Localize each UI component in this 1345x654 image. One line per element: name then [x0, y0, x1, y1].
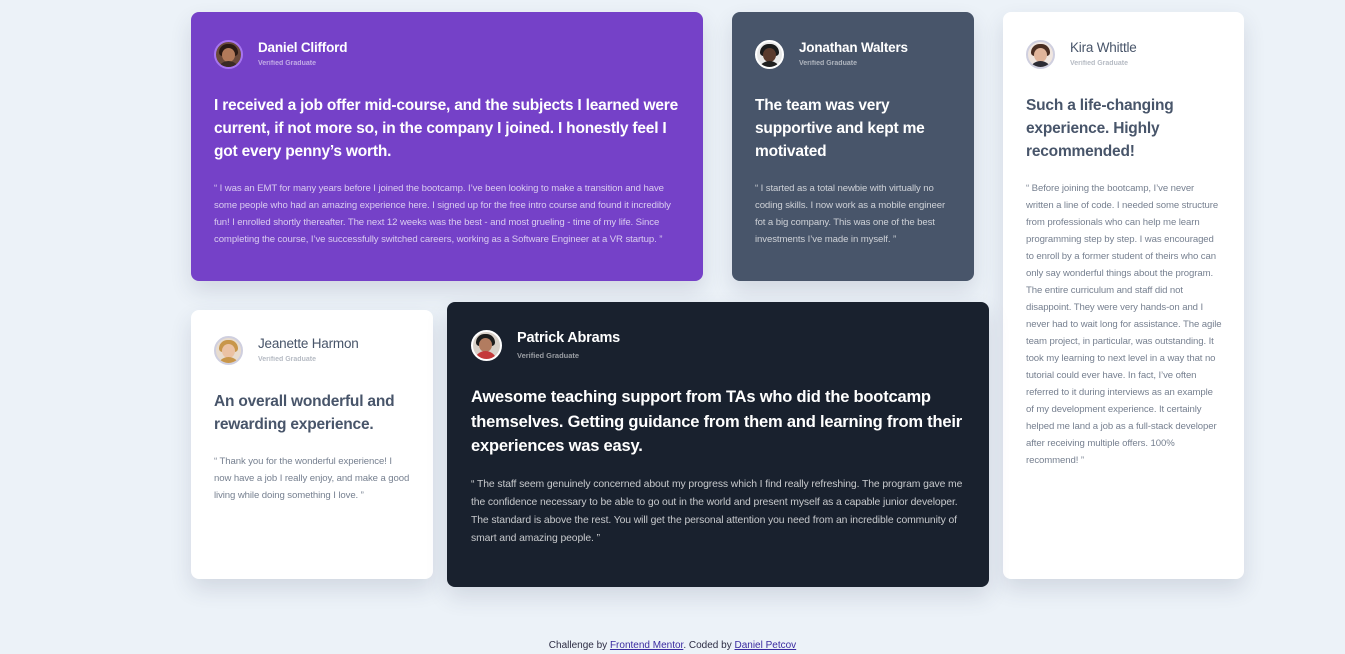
testimonial-headline: The team was very supportive and kept me…	[755, 97, 925, 160]
author-role: Verified Graduate	[258, 356, 316, 364]
attribution-footer: Challenge by Frontend Mentor. Coded by D…	[0, 640, 1345, 651]
author-link[interactable]: Daniel Petcov	[734, 640, 796, 651]
card-header: Patrick Abrams Verified Graduate	[471, 329, 965, 361]
author-role: Verified Graduate	[1070, 60, 1128, 68]
author-name: Kira Whittle	[1070, 39, 1137, 55]
author-role: Verified Graduate	[258, 60, 316, 68]
avatar-patrick-icon	[471, 329, 502, 361]
author-role: Verified Graduate	[517, 350, 580, 360]
frontend-mentor-link[interactable]: Frontend Mentor	[610, 640, 683, 651]
testimonial-quote: “ I was an EMT for many years before I j…	[214, 183, 671, 245]
avatar-kira-icon	[1026, 39, 1055, 69]
testimonial-quote: “ The staff seem genuinely concerned abo…	[471, 478, 963, 544]
testimonial-quote: “ I started as a total newbie with virtu…	[755, 183, 946, 245]
testimonial-quote: “ Thank you for the wonderful experience…	[214, 456, 410, 501]
card-header: Kira Whittle Verified Graduate	[1026, 38, 1222, 70]
testimonial-card-jonathan: Jonathan Walters Verified Graduate The t…	[732, 12, 974, 281]
testimonial-card-kira: Kira Whittle Verified Graduate Such a li…	[1003, 12, 1244, 579]
author-name: Patrick Abrams	[517, 330, 621, 346]
attribution-prefix: Challenge by	[548, 640, 610, 651]
author-name: Jeanette Harmon	[258, 335, 359, 351]
author-name: Jonathan Walters	[799, 39, 908, 55]
testimonial-headline: Such a life-changing experience. Highly …	[1026, 97, 1174, 160]
testimonial-card-jeanette: Jeanette Harmon Verified Graduate An ove…	[191, 310, 433, 579]
testimonial-headline: I received a job offer mid-course, and t…	[214, 97, 679, 160]
avatar-jonathan-icon	[755, 39, 784, 69]
author-name: Daniel Clifford	[258, 39, 348, 55]
attribution-middle: . Coded by	[683, 640, 735, 651]
card-header: Daniel Clifford Verified Graduate	[214, 38, 681, 70]
author-role: Verified Graduate	[799, 60, 857, 68]
card-header: Jeanette Harmon Verified Graduate	[214, 334, 411, 366]
avatar-jeanette-icon	[214, 335, 243, 365]
testimonial-card-daniel: Daniel Clifford Verified Graduate I rece…	[191, 12, 703, 281]
testimonial-headline: An overall wonderful and rewarding exper…	[214, 393, 395, 433]
testimonial-card-patrick: Patrick Abrams Verified Graduate Awesome…	[447, 302, 989, 587]
avatar-daniel-icon	[214, 39, 243, 69]
testimonial-headline: Awesome teaching support from TAs who di…	[471, 388, 962, 455]
card-header: Jonathan Walters Verified Graduate	[755, 38, 952, 70]
testimonial-quote: “ Before joining the bootcamp, I’ve neve…	[1026, 183, 1222, 466]
